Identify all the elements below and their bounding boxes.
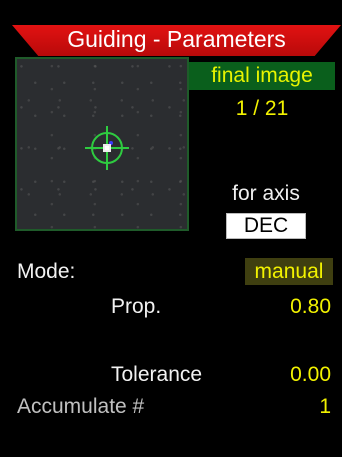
axis-selector[interactable]: DEC bbox=[226, 213, 306, 239]
mode-label: Mode: bbox=[17, 260, 76, 283]
frame-counter: 1 / 21 bbox=[235, 97, 289, 120]
tolerance-value[interactable]: 0.00 bbox=[290, 362, 331, 388]
guide-star-preview bbox=[15, 57, 189, 231]
axis-label: for axis bbox=[232, 182, 300, 205]
accumulate-label: Accumulate # bbox=[17, 395, 145, 418]
prop-label: Prop. bbox=[111, 295, 162, 318]
crosshair-icon bbox=[85, 126, 129, 170]
final-image-badge: final image bbox=[189, 62, 335, 90]
prop-value[interactable]: 0.80 bbox=[290, 294, 331, 320]
mode-selector[interactable]: manual bbox=[245, 258, 333, 285]
accumulate-value[interactable]: 1 bbox=[319, 394, 331, 420]
tolerance-label: Tolerance bbox=[111, 363, 203, 386]
page-title: Guiding - Parameters bbox=[67, 26, 286, 52]
